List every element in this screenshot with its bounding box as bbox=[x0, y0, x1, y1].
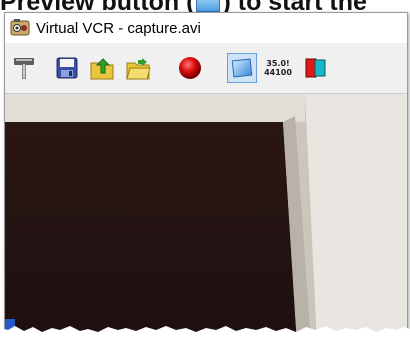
color-format-icon bbox=[305, 58, 326, 78]
preview-icon bbox=[196, 0, 221, 12]
record-button[interactable] bbox=[175, 53, 205, 83]
settings-button[interactable] bbox=[9, 53, 39, 83]
open-up-button[interactable] bbox=[87, 53, 117, 83]
open-button[interactable] bbox=[123, 53, 153, 83]
audio-format-line1: 35.0! bbox=[266, 59, 290, 68]
video-preview bbox=[5, 94, 407, 341]
preview-button[interactable] bbox=[227, 53, 257, 83]
save-button[interactable] bbox=[52, 53, 82, 83]
folder-up-icon bbox=[90, 58, 114, 80]
wrench-hammer-icon bbox=[14, 58, 34, 79]
folder-open-icon bbox=[126, 58, 151, 80]
audio-format-line2: 44100 bbox=[264, 68, 292, 77]
audio-format-icon: 35.0! 44100 bbox=[264, 59, 292, 77]
record-icon bbox=[179, 57, 201, 79]
toolbar: 35.0! 44100 bbox=[5, 43, 407, 94]
app-window: Virtual VCR - capture.avi 35.0! 44100 bbox=[4, 12, 408, 342]
floppy-disk-icon bbox=[56, 57, 78, 79]
window-title: Virtual VCR - capture.avi bbox=[36, 19, 201, 37]
video-frame bbox=[5, 94, 407, 341]
color-format-button[interactable] bbox=[301, 53, 331, 83]
audio-format-button[interactable]: 35.0! 44100 bbox=[263, 53, 293, 83]
app-icon bbox=[10, 19, 30, 36]
torn-edge bbox=[0, 326, 410, 345]
title-bar: Virtual VCR - capture.avi bbox=[5, 13, 407, 43]
preview-icon bbox=[231, 58, 253, 78]
